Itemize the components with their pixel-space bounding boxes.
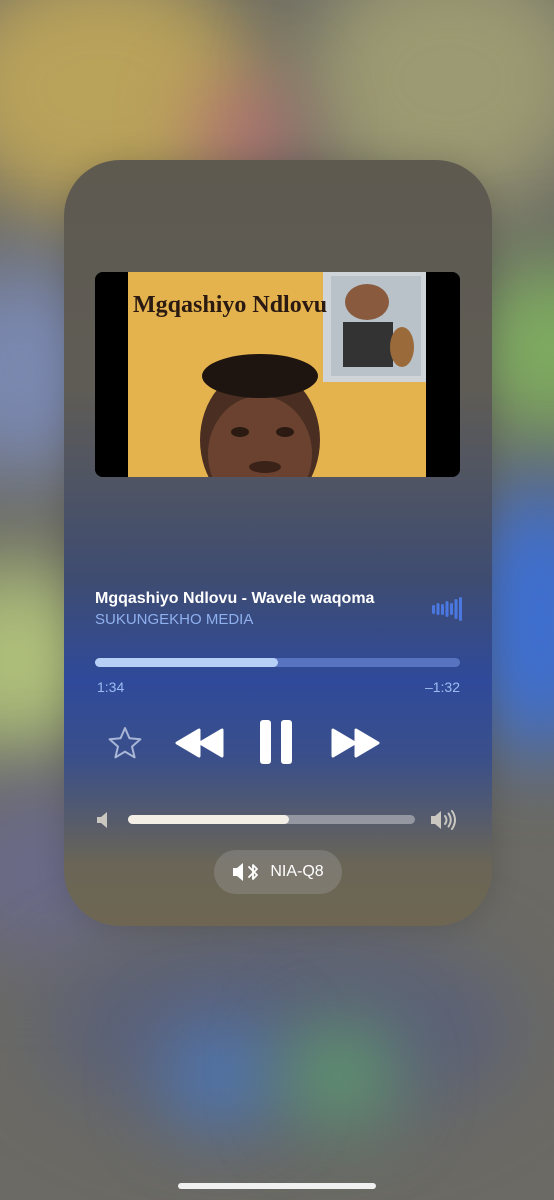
fast-forward-button[interactable] [329,722,381,764]
elapsed-time: 1:34 [97,679,125,695]
bluetooth-speaker-icon [233,863,259,881]
now-playing-card: Mgqashiyo Ndlovu Mgqashiyo Ndlovu - Wave… [64,160,492,926]
volume-level-fill [128,815,289,824]
rewind-icon [175,728,224,758]
volume-low-icon [97,812,107,828]
audio-output-button[interactable]: NIA-Q8 [214,850,342,894]
pause-button[interactable] [256,716,296,768]
output-device-name: NIA-Q8 [270,863,324,880]
album-art-lettering: Mgqashiyo Ndlovu [133,292,327,318]
volume-high-icon [431,810,456,830]
playback-progress-fill [95,658,278,667]
album-artwork-image: Mgqashiyo Ndlovu [95,272,460,477]
favorite-button[interactable] [104,722,146,764]
playback-scrubber[interactable] [95,658,460,667]
pause-icon [260,720,292,764]
volume-slider[interactable] [128,815,415,824]
rewind-button[interactable] [174,722,226,764]
audio-wave-icon [432,597,462,621]
remaining-time: –1:32 [424,679,460,695]
track-artist[interactable]: SUKUNGEKHO MEDIA [95,611,253,628]
fast-forward-icon [331,728,380,758]
album-artwork[interactable]: Mgqashiyo Ndlovu [95,272,460,477]
star-icon [108,727,142,759]
track-title: Mgqashiyo Ndlovu - Wavele waqoma [95,590,375,607]
home-indicator[interactable] [178,1183,376,1189]
